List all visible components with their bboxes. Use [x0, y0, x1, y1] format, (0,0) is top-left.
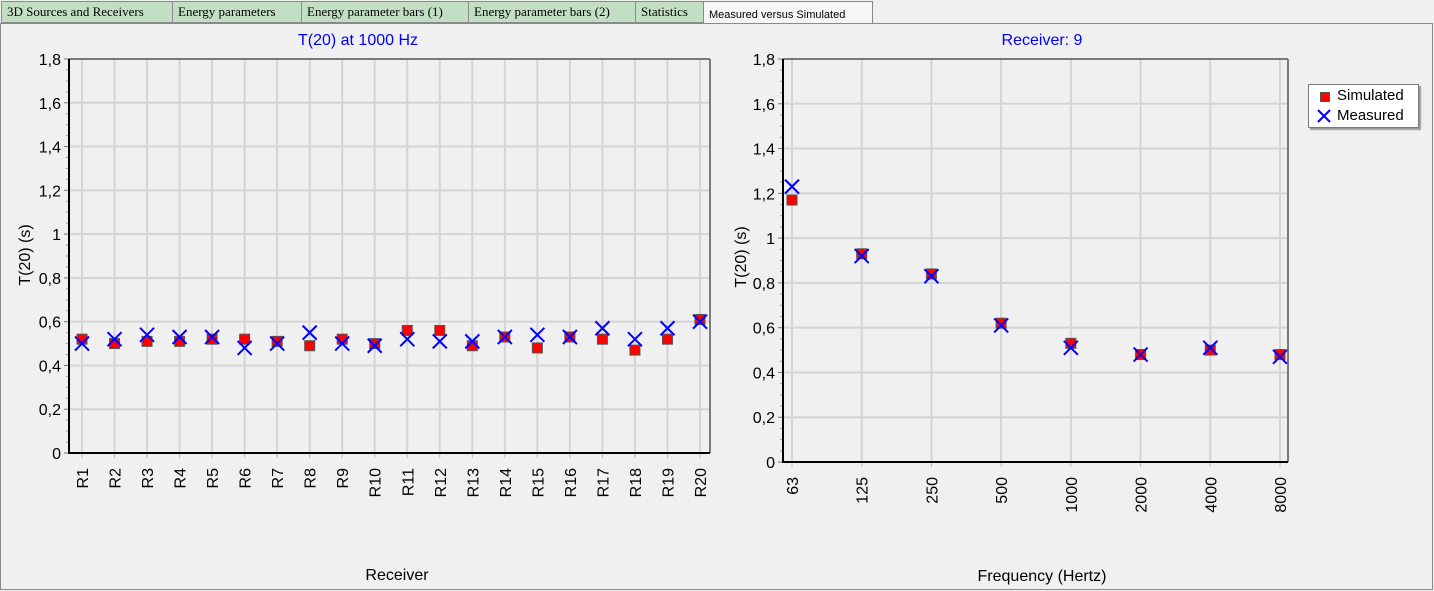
x-tick-label: R9	[335, 468, 352, 489]
legend: Simulated Measured	[1308, 84, 1419, 128]
y-tick-label: 1	[766, 231, 775, 248]
x-tick-label: R20	[693, 468, 710, 497]
y-tick-label: 1,6	[753, 97, 775, 114]
y-tick-label: 0,2	[39, 402, 61, 419]
x-axis-label: Frequency (Hertz)	[978, 568, 1107, 585]
x-tick-label: 250	[924, 477, 941, 504]
y-tick-label: 0,2	[753, 410, 775, 427]
chart-title: T(20) at 1000 Hz	[298, 32, 418, 49]
x-tick-label: 125	[855, 477, 872, 504]
x-axis-label: Receiver	[365, 567, 429, 584]
x-tick-label: 4000	[1203, 477, 1220, 513]
plot-area	[69, 59, 710, 453]
x-tick-label: R14	[498, 468, 515, 497]
y-tick-label: 1,8	[753, 52, 775, 69]
x-tick-label: 500	[994, 477, 1011, 504]
x-tick-label: R19	[660, 468, 677, 497]
y-tick-label: 1	[52, 227, 61, 244]
legend-item-measured: Measured	[1317, 107, 1404, 125]
chart-1	[64, 58, 711, 458]
x-tick-label: 63	[785, 477, 802, 495]
x-tick-label: R4	[173, 468, 190, 489]
x-tick-label: R2	[108, 468, 125, 489]
simulated-point	[661, 333, 673, 345]
legend-label-measured: Measured	[1337, 107, 1404, 124]
simulated-point	[531, 342, 543, 354]
y-tick-label: 1,4	[753, 142, 775, 159]
y-tick-label: 0	[52, 446, 61, 463]
plot-area	[783, 59, 1288, 462]
x-tick-label: 2000	[1134, 477, 1151, 513]
y-tick-label: 1,8	[39, 52, 61, 69]
simulated-point	[629, 344, 641, 356]
x-tick-label: 8000	[1273, 477, 1290, 513]
simulated-point	[596, 333, 608, 345]
x-tick-label: R17	[595, 468, 612, 497]
x-tick-label: R5	[205, 468, 222, 489]
y-tick-label: 0,4	[39, 358, 61, 375]
x-tick-label: R12	[433, 468, 450, 497]
x-tick-label: R16	[563, 468, 580, 497]
chart-2	[778, 58, 1289, 467]
y-tick-label: 0	[766, 455, 775, 472]
legend-label-simulated: Simulated	[1337, 87, 1404, 104]
simulated-point	[304, 340, 316, 352]
x-tick-label: R7	[270, 468, 287, 489]
y-axis-label: T(20) (s)	[17, 224, 34, 285]
x-tick-label: R10	[368, 468, 385, 497]
simulated-point	[401, 324, 413, 336]
y-tick-label: 1,6	[39, 96, 61, 113]
x-tick-label: R6	[238, 468, 255, 489]
y-tick-label: 1,2	[39, 183, 61, 200]
x-tick-label: R13	[465, 468, 482, 497]
x-tick-label: R15	[530, 468, 547, 497]
y-tick-label: 1,2	[753, 186, 775, 203]
simulated-point	[434, 324, 446, 336]
x-tick-label: R11	[400, 468, 417, 496]
measured-marker-icon	[1317, 109, 1331, 123]
y-tick-label: 0,8	[39, 271, 61, 288]
y-tick-label: 0,6	[753, 321, 775, 338]
x-tick-label: R3	[140, 468, 157, 489]
x-tick-label: R8	[303, 468, 320, 489]
simulated-point	[239, 333, 251, 345]
y-tick-label: 0,8	[753, 276, 775, 293]
y-axis-label: T(20) (s)	[733, 226, 750, 287]
chart-title: Receiver: 9	[1002, 32, 1083, 49]
x-tick-label: R1	[75, 468, 92, 489]
simulated-point	[786, 194, 798, 206]
x-tick-label: 1000	[1064, 477, 1081, 513]
y-tick-label: 1,4	[39, 140, 61, 157]
x-tick-label: R18	[628, 468, 645, 497]
y-tick-label: 0,4	[753, 365, 775, 382]
y-tick-label: 0,6	[39, 315, 61, 332]
legend-item-simulated: Simulated	[1317, 87, 1404, 105]
charts-canvas: 0 0,2 0,4 0,6 0,8 1 1,2 1,4 1,6 1,8 R1 R2 R3 R4 R5 R6 R7…	[17, 32, 1290, 585]
simulated-marker-icon	[1317, 89, 1331, 103]
